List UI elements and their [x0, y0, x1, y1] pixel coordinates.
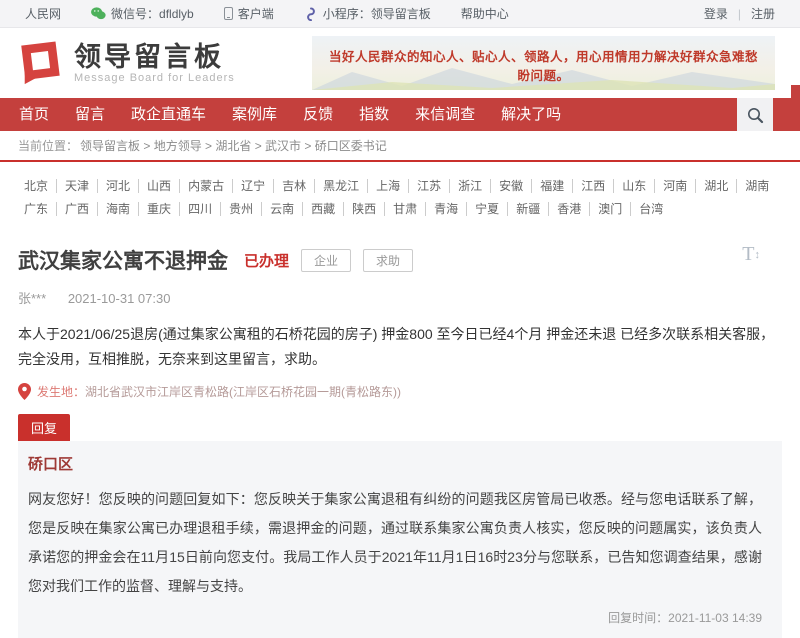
tag-help: 求助 [363, 249, 413, 272]
reply-time-value: 2021-11-03 14:39 [668, 611, 762, 625]
logo-subtitle: Message Board for Leaders [74, 72, 235, 84]
people-net-link[interactable]: 人民网 [25, 5, 61, 22]
nav-item[interactable]: 反馈 [290, 98, 346, 131]
province-link[interactable]: 天津 [57, 179, 98, 193]
province-link[interactable]: 福建 [532, 179, 573, 193]
reply-box: 硚口区 网友您好！您反映的问题回复如下：您反映关于集家公寓退租有纠纷的问题我区房… [18, 441, 782, 638]
nav-item[interactable]: 指数 [346, 98, 402, 131]
phone-icon [224, 7, 233, 20]
message-post: 武汉集家公寓不退押金 已办理 企业 求助 T↕ 张*** 2021-10-31 … [0, 235, 800, 400]
location-label: 发生地： [37, 383, 85, 400]
site-header: 领导留言板 Message Board for Leaders 当好人民群众的知… [0, 28, 800, 98]
wechat-icon [91, 7, 106, 20]
register-link[interactable]: 注册 [751, 5, 775, 22]
province-link[interactable]: 甘肃 [385, 202, 426, 216]
province-link[interactable]: 贵州 [221, 202, 262, 216]
province-link[interactable]: 广西 [57, 202, 98, 216]
province-row-1: 北京天津河北山西内蒙古辽宁吉林黑龙江上海江苏浙江安徽福建江西山东河南湖北湖南 [16, 179, 784, 193]
province-link[interactable]: 澳门 [590, 202, 631, 216]
province-link[interactable]: 内蒙古 [180, 179, 233, 193]
tag-company: 企业 [301, 249, 351, 272]
nav-item[interactable]: 解决了吗 [488, 98, 574, 131]
nav-item[interactable]: 政企直通车 [118, 98, 219, 131]
province-link[interactable]: 山西 [139, 179, 180, 193]
post-author: 张*** [18, 291, 46, 306]
province-row-2: 广东广西海南重庆四川贵州云南西藏陕西甘肃青海宁夏新疆香港澳门台湾 [16, 202, 784, 216]
province-link[interactable]: 湖北 [696, 179, 737, 193]
banner-quote: 当好人民群众的知心人、贴心人、领路人，用心用情用力解决好群众急难愁盼问题。 [324, 46, 763, 84]
nav-item[interactable]: 来信调查 [402, 98, 488, 131]
site-logo[interactable]: 领导留言板 Message Board for Leaders [18, 40, 235, 86]
province-link[interactable]: 辽宁 [233, 179, 274, 193]
province-link[interactable]: 重庆 [139, 202, 180, 216]
help-center-link[interactable]: 帮助中心 [461, 5, 509, 22]
post-title: 武汉集家公寓不退押金 [18, 245, 228, 275]
province-link[interactable]: 黑龙江 [315, 179, 368, 193]
breadcrumb-label: 当前位置： [18, 137, 78, 154]
province-link[interactable]: 河北 [98, 179, 139, 193]
province-link[interactable]: 陕西 [344, 202, 385, 216]
breadcrumb: 当前位置： 领导留言板 > 地方领导 > 湖北省 > 武汉市 > 硚口区委书记 [0, 131, 800, 162]
post-body: 本人于2021/06/25退房(通过集家公寓租的石桥花园的房子) 押金800 至… [18, 322, 782, 372]
province-link[interactable]: 吉林 [274, 179, 315, 193]
province-link[interactable]: 广东 [16, 202, 57, 216]
province-link[interactable]: 安徽 [491, 179, 532, 193]
province-link[interactable]: 海南 [98, 202, 139, 216]
logo-title: 领导留言板 [74, 42, 235, 72]
font-size-tool[interactable]: T↕ [742, 243, 760, 266]
province-link[interactable]: 浙江 [450, 179, 491, 193]
reply-tab[interactable]: 回复 [18, 414, 70, 441]
province-link[interactable]: 香港 [549, 202, 590, 216]
people-net-label: 人民网 [25, 5, 61, 22]
login-link[interactable]: 登录 [704, 5, 728, 22]
province-link[interactable]: 宁夏 [467, 202, 508, 216]
province-link[interactable]: 江西 [573, 179, 614, 193]
location-value: 湖北省武汉市江岸区青松路(江岸区石桥花园一期(青松路东)) [85, 383, 401, 400]
nav-item[interactable]: 案例库 [219, 98, 290, 131]
font-tool-letter: T [742, 243, 754, 265]
reply-content: 网友您好！您反映的问题回复如下：您反映关于集家公寓退租有纠纷的问题我区房管局已收… [28, 485, 762, 601]
reply-time-label: 回复时间： [608, 611, 668, 625]
search-icon [746, 106, 764, 124]
top-utility-bar: 人民网 微信号：dfldlyb 客户端 小程序：领导留言板 帮助中心 登录 | … [0, 0, 800, 28]
reply-department: 硚口区 [28, 453, 762, 474]
province-link[interactable]: 山东 [614, 179, 655, 193]
breadcrumb-path[interactable]: 领导留言板 > 地方领导 > 湖北省 > 武汉市 > 硚口区委书记 [80, 137, 387, 154]
font-tool-arrows-icon: ↕ [755, 249, 761, 261]
miniprogram-icon [304, 7, 318, 21]
province-link[interactable]: 台湾 [631, 202, 671, 216]
miniprogram-item[interactable]: 小程序：领导留言板 [304, 5, 431, 22]
province-link[interactable]: 江苏 [409, 179, 450, 193]
logo-icon [18, 40, 64, 86]
wechat-label: 微信号：dfldlyb [111, 5, 194, 22]
province-link[interactable]: 上海 [368, 179, 409, 193]
nav-item[interactable]: 留言 [62, 98, 118, 131]
main-nav: 首页留言政企直通车案例库反馈指数来信调查解决了吗 [0, 98, 800, 131]
client-label: 客户端 [238, 5, 274, 22]
location-pin-icon [18, 383, 31, 400]
province-link[interactable]: 河南 [655, 179, 696, 193]
status-badge: 已办理 [244, 250, 289, 271]
province-link[interactable]: 四川 [180, 202, 221, 216]
help-center-label: 帮助中心 [461, 5, 509, 22]
province-link[interactable]: 新疆 [508, 202, 549, 216]
quote-banner: 当好人民群众的知心人、贴心人、领路人，用心用情用力解决好群众急难愁盼问题。 ——… [312, 36, 775, 90]
miniprogram-label: 小程序：领导留言板 [323, 5, 431, 22]
province-nav: 北京天津河北山西内蒙古辽宁吉林黑龙江上海江苏浙江安徽福建江西山东河南湖北湖南 广… [0, 162, 800, 235]
province-link[interactable]: 北京 [16, 179, 57, 193]
search-button[interactable] [737, 98, 773, 131]
auth-divider: | [738, 7, 741, 21]
post-datetime: 2021-10-31 07:30 [68, 291, 171, 306]
wechat-item[interactable]: 微信号：dfldlyb [91, 5, 194, 22]
client-item[interactable]: 客户端 [224, 5, 274, 22]
floating-widget-tab[interactable] [791, 85, 800, 98]
nav-item[interactable]: 首页 [6, 98, 62, 131]
province-link[interactable]: 云南 [262, 202, 303, 216]
province-link[interactable]: 西藏 [303, 202, 344, 216]
province-link[interactable]: 湖南 [737, 179, 777, 193]
province-link[interactable]: 青海 [426, 202, 467, 216]
